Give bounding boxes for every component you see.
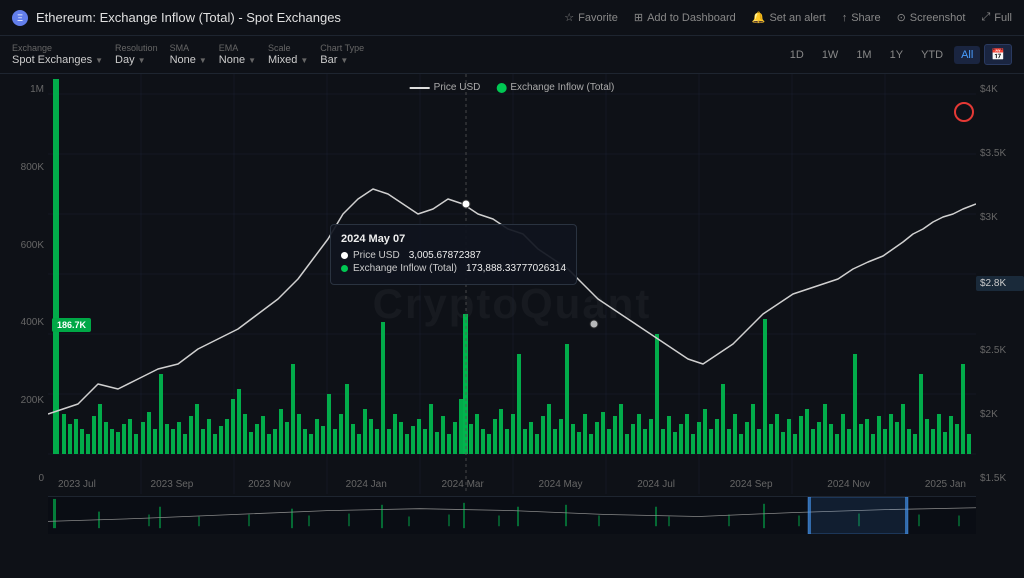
y-right-highlighted: $2.8K <box>976 276 1024 291</box>
x-label-10: 2025 Jan <box>925 479 966 490</box>
inflow-dot-icon <box>496 83 506 93</box>
tooltip-inflow-value: 173,888.33777026314 <box>466 263 566 274</box>
tooltip-inflow-row: Exchange Inflow (Total) 173,888.33777026… <box>341 263 566 274</box>
toolbar-left: Exchange Spot Exchanges ▼ Resolution Day… <box>12 43 364 66</box>
sma-label: SMA <box>170 43 207 53</box>
resolution-group: Resolution Day ▼ <box>115 43 158 66</box>
chart-type-select[interactable]: Bar ▼ <box>320 54 364 66</box>
y-right-label-3: $3K <box>976 212 1024 223</box>
inflow-legend-label: Exchange Inflow (Total) <box>510 82 614 93</box>
fullscreen-action[interactable]: ⤢ Full <box>981 11 1012 24</box>
chart-legend: Price USD Exchange Inflow (Total) <box>410 82 615 93</box>
eth-icon: Ξ <box>12 10 28 26</box>
price-dot-icon <box>341 252 348 259</box>
share-action[interactable]: ↑ Share <box>842 12 881 24</box>
x-label-9: 2024 Nov <box>827 479 870 490</box>
toolbar: Exchange Spot Exchanges ▼ Resolution Day… <box>0 36 1024 74</box>
y-right-label-5: $2.5K <box>976 345 1024 356</box>
chevron-down-icon: ▼ <box>95 56 103 65</box>
y-axis-left: 1M 800K 600K 400K 200K 0 <box>0 74 48 494</box>
y-left-label-4: 400K <box>0 317 48 328</box>
x-label-8: 2024 Sep <box>730 479 773 490</box>
chevron-down-icon: ▼ <box>300 56 308 65</box>
minimap-svg <box>48 497 976 534</box>
share-icon: ↑ <box>842 12 848 24</box>
x-label-1: 2023 Jul <box>58 479 96 490</box>
time-1y[interactable]: 1Y <box>883 46 910 64</box>
x-axis: 2023 Jul 2023 Sep 2023 Nov 2024 Jan 2024… <box>48 474 976 494</box>
x-label-6: 2024 May <box>539 479 583 490</box>
data-tooltip: 2024 May 07 Price USD 3,005.67872387 Exc… <box>330 224 577 285</box>
dashboard-icon: ⊞ <box>634 11 643 24</box>
chart-area: CryptoQuant Price USD Exchange Inflow (T… <box>0 74 1024 534</box>
time-1m[interactable]: 1M <box>849 46 878 64</box>
x-label-3: 2023 Nov <box>248 479 291 490</box>
resolution-select[interactable]: Day ▼ <box>115 54 158 66</box>
chart-type-group: Chart Type Bar ▼ <box>320 43 364 66</box>
y-axis-right: $4K $3.5K $3K $2.8K $2.5K $2K $1.5K <box>976 74 1024 494</box>
exchange-label: Exchange <box>12 43 103 53</box>
exchange-group: Exchange Spot Exchanges ▼ <box>12 43 103 66</box>
ema-label: EMA <box>219 43 256 53</box>
x-label-4: 2024 Jan <box>346 479 387 490</box>
page-title: Ethereum: Exchange Inflow (Total) - Spot… <box>36 10 341 25</box>
header: Ξ Ethereum: Exchange Inflow (Total) - Sp… <box>0 0 1024 36</box>
tooltip-price-label: Price USD <box>353 250 400 261</box>
y-left-label-6: 0 <box>0 473 48 484</box>
time-1w[interactable]: 1W <box>815 46 846 64</box>
alert-circle-icon[interactable] <box>954 102 974 122</box>
inflow-dot-icon2 <box>341 265 348 272</box>
y-right-label-6: $2K <box>976 409 1024 420</box>
time-all[interactable]: All <box>954 46 980 64</box>
tooltip-inflow-label: Exchange Inflow (Total) <box>353 263 457 274</box>
ema-select[interactable]: None ▼ <box>219 54 256 66</box>
sma-select[interactable]: None ▼ <box>170 54 207 66</box>
alert-action[interactable]: 🔔 Set an alert <box>752 11 826 24</box>
scale-label: Scale <box>268 43 308 53</box>
x-label-2: 2023 Sep <box>151 479 194 490</box>
y-right-label-1: $4K <box>976 84 1024 95</box>
y-left-label-3: 600K <box>0 240 48 251</box>
star-icon: ☆ <box>564 11 574 24</box>
price-legend-label: Price USD <box>434 82 481 93</box>
price-legend: Price USD <box>410 82 481 93</box>
header-left: Ξ Ethereum: Exchange Inflow (Total) - Sp… <box>12 10 341 26</box>
screenshot-action[interactable]: ⊙ Screenshot <box>897 11 966 24</box>
header-actions: ☆ Favorite ⊞ Add to Dashboard 🔔 Set an a… <box>564 11 1012 24</box>
x-label-5: 2024 Mar <box>442 479 484 490</box>
expand-icon: ⤢ <box>981 11 990 24</box>
price-line-icon <box>410 87 430 89</box>
minimap[interactable] <box>48 496 976 534</box>
calendar-button[interactable]: 📅 <box>984 44 1012 65</box>
exchange-select[interactable]: Spot Exchanges ▼ <box>12 54 103 66</box>
y-right-label-7: $1.5K <box>976 473 1024 484</box>
dashboard-action[interactable]: ⊞ Add to Dashboard <box>634 11 736 24</box>
inflow-value-badge: 186.7K <box>52 318 91 332</box>
x-label-7: 2024 Jul <box>637 479 675 490</box>
y-right-label-2: $3.5K <box>976 148 1024 159</box>
chevron-down-icon: ▼ <box>199 56 207 65</box>
chevron-down-icon: ▼ <box>138 56 146 65</box>
resolution-label: Resolution <box>115 43 158 53</box>
scale-group: Scale Mixed ▼ <box>268 43 308 66</box>
tooltip-date: 2024 May 07 <box>341 233 566 245</box>
ema-group: EMA None ▼ <box>219 43 256 66</box>
chevron-down-icon: ▼ <box>340 56 348 65</box>
sma-group: SMA None ▼ <box>170 43 207 66</box>
inflow-legend: Exchange Inflow (Total) <box>496 82 614 93</box>
chevron-down-icon: ▼ <box>248 56 256 65</box>
bell-icon: 🔔 <box>752 11 766 24</box>
time-range-selector: 1D 1W 1M 1Y YTD All 📅 <box>783 44 1012 65</box>
y-left-label-1: 1M <box>0 84 48 95</box>
y-left-label-5: 200K <box>0 395 48 406</box>
chart-type-label: Chart Type <box>320 43 364 53</box>
favorite-action[interactable]: ☆ Favorite <box>564 11 618 24</box>
tooltip-price-value: 3,005.67872387 <box>409 250 481 261</box>
time-ytd[interactable]: YTD <box>914 46 950 64</box>
y-left-label-2: 800K <box>0 162 48 173</box>
tooltip-price-row: Price USD 3,005.67872387 <box>341 250 566 261</box>
time-1d[interactable]: 1D <box>783 46 811 64</box>
scale-select[interactable]: Mixed ▼ <box>268 54 308 66</box>
camera-icon: ⊙ <box>897 11 906 24</box>
